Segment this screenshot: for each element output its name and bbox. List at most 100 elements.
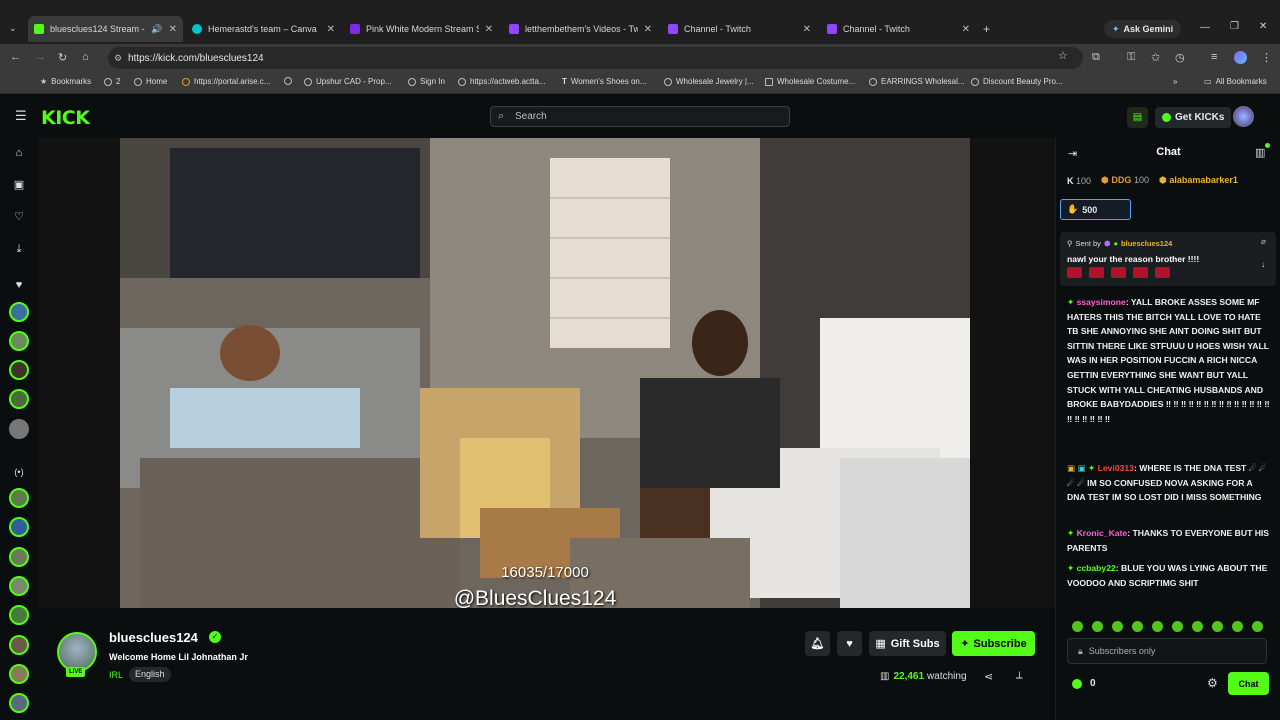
recommended-channel-avatar[interactable] — [9, 488, 29, 508]
close-tab-icon[interactable]: ✕ — [169, 24, 177, 35]
expand-pin-icon[interactable]: ↓ — [1261, 260, 1265, 269]
chat-input[interactable]: 🔒︎ Subscribers only — [1067, 638, 1267, 664]
emote-icon[interactable] — [1212, 621, 1223, 632]
followed-channel-avatar[interactable] — [9, 360, 29, 380]
downloads-icon[interactable]: ≡ — [1211, 51, 1217, 63]
recommended-channel-avatar[interactable] — [9, 547, 29, 567]
follow-heart-button[interactable]: ♥ — [837, 631, 862, 656]
store-icon[interactable]: ▤ — [1127, 107, 1148, 128]
unpin-icon[interactable]: ⌀ — [1261, 237, 1266, 246]
tab-twitch-channel[interactable]: Channel - Twitch ✕ — [662, 18, 817, 40]
emote-icon[interactable] — [1072, 621, 1083, 632]
recommended-channel-avatar[interactable] — [9, 605, 29, 625]
password-icon[interactable]: ⚿ — [1127, 51, 1135, 64]
new-tab-button[interactable]: + — [983, 22, 990, 36]
user-avatar[interactable] — [1233, 106, 1254, 127]
language-tag[interactable]: English — [129, 667, 171, 682]
extensions-icon[interactable]: ⧉ — [1092, 51, 1100, 64]
channel-avatar[interactable] — [57, 632, 97, 672]
recommended-channel-avatar[interactable] — [9, 693, 29, 713]
send-chat-button[interactable]: Chat — [1228, 672, 1269, 695]
subscribe-button[interactable]: ✦ Subscribe — [952, 631, 1035, 656]
close-tab-icon[interactable]: ✕ — [327, 24, 335, 35]
more-bookmarks-icon[interactable]: » — [1173, 77, 1177, 86]
emote-icon[interactable] — [1112, 621, 1123, 632]
bookmark-item[interactable] — [284, 77, 296, 85]
channel-name[interactable]: bluesclues124 — [109, 630, 198, 645]
kicks-balance[interactable]: 0 — [1072, 678, 1096, 689]
bookmark-item[interactable]: Upshur CAD - Prop... — [304, 77, 392, 86]
recommended-channel-avatar[interactable] — [9, 635, 29, 655]
kick-logo[interactable]: KICK — [41, 107, 90, 129]
video-player[interactable]: 16035/17000 @BluesClues124 — [120, 138, 970, 608]
close-tab-icon[interactable]: ✕ — [803, 24, 811, 35]
favorites-heart-icon[interactable]: ♥ — [12, 278, 26, 292]
recommended-channel-avatar[interactable] — [9, 517, 29, 537]
followed-channel-avatar[interactable] — [9, 389, 29, 409]
leaderboard-entry[interactable]: ⬢ DDG 100 — [1101, 175, 1149, 186]
profile-avatar[interactable] — [1234, 51, 1247, 64]
bookmark-item[interactable]: https://actweb.actta... — [458, 77, 546, 86]
recommended-channel-avatar[interactable] — [9, 576, 29, 596]
bookmark-item[interactable]: Sign In — [408, 77, 445, 86]
bookmark-item[interactable]: T Women's Shoes on... — [562, 77, 647, 86]
clip-icon[interactable]: ⟂ — [1016, 670, 1023, 681]
gift-subs-button[interactable]: ▦ Gift Subs — [869, 631, 946, 656]
speaker-icon[interactable]: 🔊 — [151, 24, 162, 35]
notification-bell-button[interactable]: 🔔︎ — [805, 631, 830, 656]
bookmark-item[interactable]: Discount Beauty Pro... — [971, 77, 1063, 86]
reload-icon[interactable]: ↻ — [58, 51, 67, 64]
bookmark-item[interactable]: Wholesale Jewelry |... — [664, 77, 754, 86]
followed-channel-avatar[interactable] — [9, 419, 29, 439]
hamburger-menu-icon[interactable]: ☰ — [15, 108, 27, 124]
history-icon[interactable]: ◷ — [1175, 51, 1185, 64]
favorites-icon[interactable]: ✩ — [1151, 51, 1160, 64]
tab-twitch-videos[interactable]: letthembethem's Videos - Twitc ✕ — [503, 18, 658, 40]
tab-kick-stream[interactable]: bluesclues124 Stream - Wat 🔊 ✕ — [28, 16, 183, 42]
minimize-icon[interactable]: — — [1200, 22, 1210, 33]
download-icon[interactable]: ⤓ — [12, 242, 26, 256]
bookmark-item[interactable]: Home — [134, 77, 167, 86]
browse-icon[interactable]: ▣ — [12, 178, 26, 192]
leaderboard-entry[interactable]: K 100 — [1067, 176, 1091, 186]
menu-icon[interactable]: ⋮ — [1261, 51, 1272, 64]
site-info-icon[interactable]: ⚙ — [114, 53, 122, 64]
followed-channel-avatar[interactable] — [9, 331, 29, 351]
maximize-icon[interactable]: ❐ — [1230, 21, 1239, 32]
tab-twitch-channel-2[interactable]: Channel - Twitch ✕ — [821, 18, 976, 40]
emote-icon[interactable] — [1132, 621, 1143, 632]
bookmark-item[interactable]: Wholesale Costume... — [765, 77, 855, 86]
home-icon[interactable]: ⌂ — [82, 51, 89, 63]
recommended-channel-avatar[interactable] — [9, 664, 29, 684]
close-window-icon[interactable]: ✕ — [1259, 21, 1267, 32]
all-bookmarks[interactable]: ▭ All Bookmarks — [1204, 77, 1267, 86]
emote-icon[interactable] — [1152, 621, 1163, 632]
bookmark-item[interactable]: 2 — [104, 77, 120, 86]
chat-leaderboard-icon[interactable]: ▥ — [1255, 146, 1265, 159]
gift-amount-badge[interactable]: ✋ 500 — [1060, 199, 1131, 220]
home-icon[interactable]: ⌂ — [12, 146, 26, 160]
emote-icon[interactable] — [1172, 621, 1183, 632]
bookmark-item[interactable]: https://portal.arise.c... — [182, 77, 270, 86]
emote-icon[interactable] — [1192, 621, 1203, 632]
back-icon[interactable]: ← — [10, 51, 21, 63]
tab-canva-design[interactable]: Pink White Modern Stream Star ✕ — [344, 18, 499, 40]
forward-icon[interactable]: → — [35, 51, 46, 63]
bookmark-item[interactable]: ★ Bookmarks — [40, 77, 91, 86]
tab-search-icon[interactable]: ⌄ — [9, 23, 17, 34]
search-input[interactable]: ⌕ Search — [490, 106, 790, 127]
leaderboard-entry[interactable]: ⬢ alabamabarker1 — [1159, 175, 1238, 186]
followed-channel-avatar[interactable] — [9, 302, 29, 322]
url-field[interactable]: ⚙ https://kick.com/bluesclues124 — [108, 47, 1083, 69]
get-kicks-button[interactable]: Get KICKs — [1155, 107, 1232, 128]
category-link[interactable]: IRL — [109, 670, 123, 680]
emote-icon[interactable] — [1252, 621, 1263, 632]
close-tab-icon[interactable]: ✕ — [962, 24, 970, 35]
close-tab-icon[interactable]: ✕ — [485, 24, 493, 35]
share-icon[interactable]: ⋖ — [984, 670, 993, 683]
following-icon[interactable]: ♡ — [12, 210, 26, 224]
emote-icon[interactable] — [1092, 621, 1103, 632]
emote-icon[interactable] — [1232, 621, 1243, 632]
ask-gemini-button[interactable]: ✦ Ask Gemini — [1104, 20, 1182, 38]
live-channels-icon[interactable]: (•) — [12, 465, 26, 479]
